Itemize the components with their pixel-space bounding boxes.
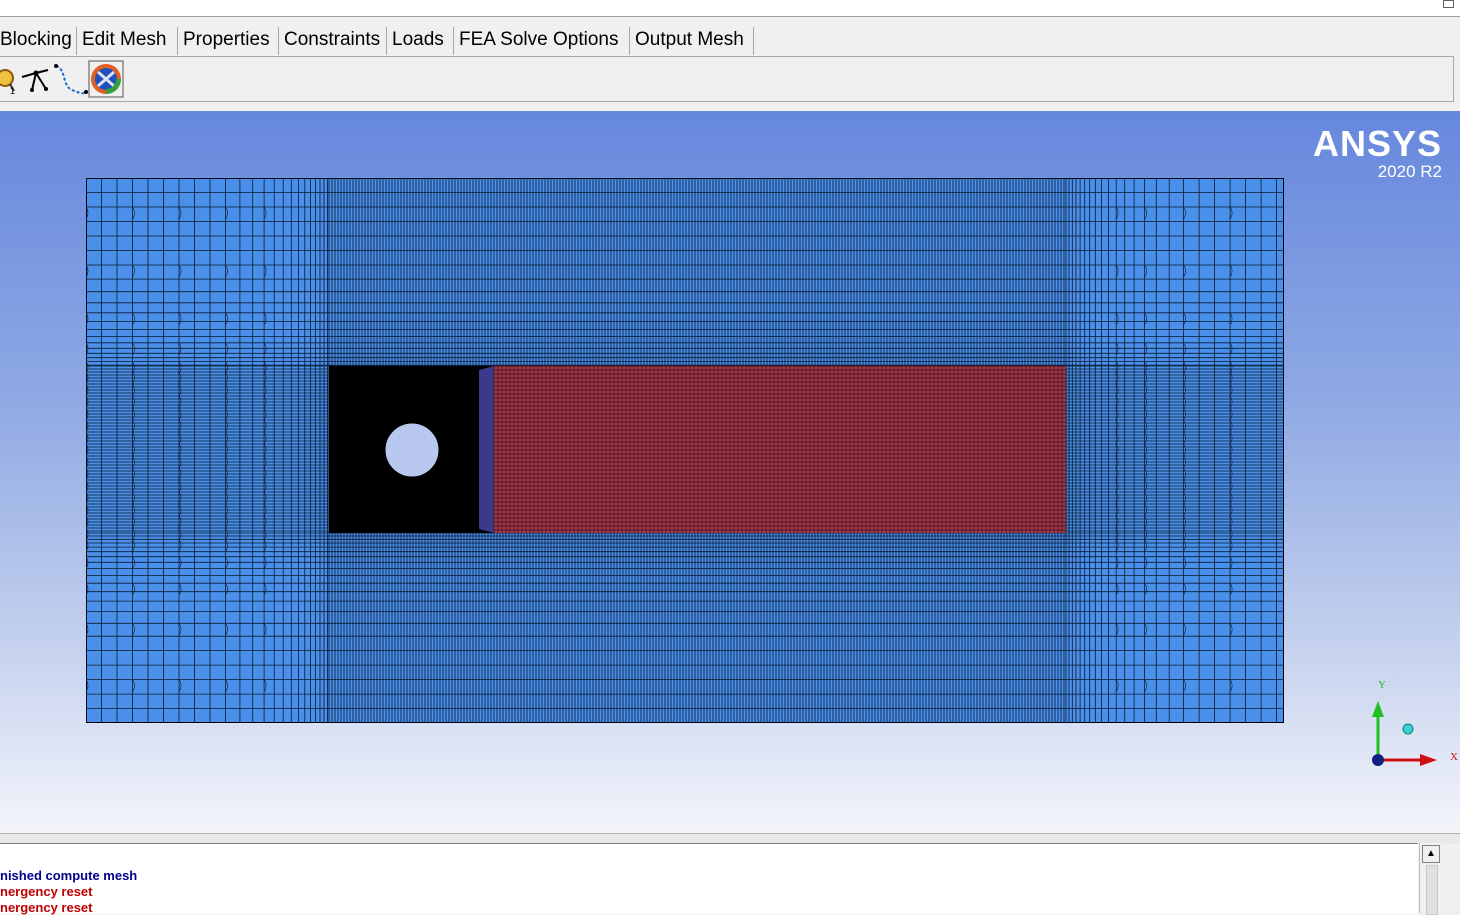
tab-bar: Blocking Edit Mesh Properties Constraint… xyxy=(0,18,1460,56)
message-window[interactable]: nished compute mesh nergency reset nerge… xyxy=(0,843,1418,915)
ansys-logo: ANSYS 2020 R2 xyxy=(1313,125,1442,181)
tab-loads[interactable]: Loads xyxy=(388,27,454,55)
brand-name: ANSYS xyxy=(1312,123,1442,164)
refined-block xyxy=(494,366,1066,533)
toolbar: 1 xyxy=(0,56,1454,102)
x-axis-arrow xyxy=(1420,754,1437,766)
svg-text:1: 1 xyxy=(10,86,15,96)
message-line-2: nergency reset xyxy=(0,884,93,899)
brand-version: 2020 R2 xyxy=(1377,162,1442,181)
scroll-up-arrow-icon[interactable]: ▲ xyxy=(1422,845,1440,863)
tab-constraints[interactable]: Constraints xyxy=(280,27,387,55)
cylinder-hole xyxy=(384,422,440,478)
window-restore-button[interactable] xyxy=(1443,0,1454,8)
y-axis-label: Y xyxy=(1378,681,1386,691)
create-block-icon[interactable] xyxy=(18,60,54,98)
mesh-plot[interactable] xyxy=(86,178,1284,723)
block-display-icon[interactable] xyxy=(88,60,124,98)
tab-output-mesh[interactable]: Output Mesh xyxy=(631,27,754,55)
message-line-1: nished compute mesh xyxy=(0,868,138,883)
transition-zone xyxy=(479,366,494,533)
z-axis-dot xyxy=(1372,754,1384,766)
tab-blocking[interactable]: Blocking xyxy=(0,27,77,55)
curve-spline-icon[interactable] xyxy=(52,60,88,98)
message-scrollbar[interactable]: ▲ xyxy=(1419,843,1444,915)
graphics-viewport[interactable]: ANSYS 2020 R2 Y X xyxy=(0,111,1460,833)
rotation-center-dot xyxy=(1402,723,1414,735)
x-axis-label: X xyxy=(1450,751,1458,763)
tab-properties[interactable]: Properties xyxy=(179,27,279,55)
scroll-track[interactable] xyxy=(1426,865,1438,915)
tab-edit-mesh[interactable]: Edit Mesh xyxy=(78,27,178,55)
axis-triad: Y X xyxy=(1372,681,1458,766)
tab-fea-solve-options[interactable]: FEA Solve Options xyxy=(455,27,630,55)
title-strip xyxy=(0,0,1460,17)
y-axis-arrow xyxy=(1372,701,1384,717)
